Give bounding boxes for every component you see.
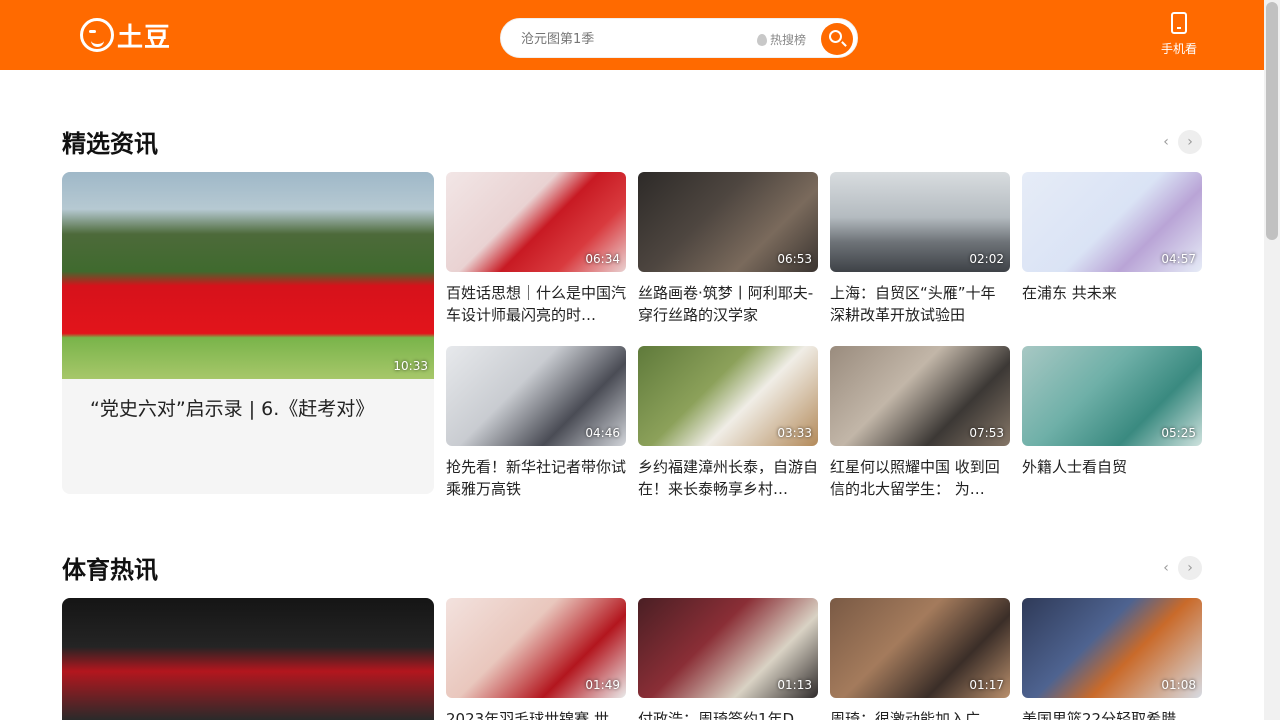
featured-video-card[interactable] <box>62 598 434 720</box>
video-duration: 01:08 <box>1161 678 1196 692</box>
scrollbar-thumb[interactable] <box>1266 2 1278 240</box>
section-title-news: 精选资讯 <box>62 130 158 158</box>
video-card[interactable]: 01:13 付政浩：周琦签约1年D… <box>638 598 818 720</box>
featured-thumbnail <box>62 598 434 720</box>
video-card[interactable]: 01:08 美国男篮22分轻取希腊… <box>1022 598 1202 720</box>
video-title: 抢先看！新华社记者带你试乘雅万高铁 <box>446 458 626 498</box>
search-bar: 热搜榜 <box>500 18 858 58</box>
mobile-watch-link[interactable]: 手机看 <box>1158 12 1200 57</box>
top-header: 土豆 热搜榜 手机看 <box>0 0 1264 70</box>
video-duration: 02:02 <box>969 252 1004 266</box>
video-duration: 06:34 <box>585 252 620 266</box>
video-card[interactable]: 03:33 乡约福建漳州长泰，自游自在！来长泰畅享乡村… <box>638 346 818 500</box>
video-duration: 05:25 <box>1161 426 1196 440</box>
video-title: 百姓话思想｜什么是中国汽车设计师最闪亮的时… <box>446 284 626 324</box>
video-title: 周琦：很激动能加入广… <box>830 710 996 720</box>
video-thumbnail: 01:17 <box>830 598 1010 698</box>
page-scrollbar[interactable] <box>1264 0 1280 720</box>
video-title: 上海：自贸区“头雁”十年深耕改革开放试验田 <box>830 284 996 324</box>
video-title: 付政浩：周琦签约1年D… <box>638 710 810 720</box>
video-card[interactable]: 01:49 2023年羽毛球世锦赛 世… <box>446 598 626 720</box>
video-duration: 01:49 <box>585 678 620 692</box>
video-title: 外籍人士看自贸 <box>1022 458 1128 476</box>
video-title: 在浦东 共未来 <box>1022 284 1117 302</box>
search-icon <box>829 30 842 43</box>
video-card[interactable]: 06:34 百姓话思想｜什么是中国汽车设计师最闪亮的时… <box>446 172 626 326</box>
video-title: 美国男篮22分轻取希腊… <box>1022 710 1192 720</box>
video-thumbnail: 01:49 <box>446 598 626 698</box>
video-card[interactable]: 04:46 抢先看！新华社记者带你试乘雅万高铁 <box>446 346 626 500</box>
video-thumbnail: 01:13 <box>638 598 818 698</box>
video-duration: 06:53 <box>777 252 812 266</box>
flame-icon <box>757 33 767 46</box>
video-thumbnail: 02:02 <box>830 172 1010 272</box>
video-card[interactable]: 02:02 上海：自贸区“头雁”十年深耕改革开放试验田 <box>830 172 1010 326</box>
prev-arrow-icon[interactable]: ‹ <box>1154 556 1178 580</box>
video-title: 红星何以照耀中国 收到回信的北大留学生： 为… <box>830 458 1000 498</box>
video-thumbnail: 04:57 <box>1022 172 1202 272</box>
tudou-logo-icon <box>80 18 114 52</box>
video-duration: 04:57 <box>1161 252 1196 266</box>
video-thumbnail: 07:53 <box>830 346 1010 446</box>
video-card[interactable]: 01:17 周琦：很激动能加入广… <box>830 598 1010 720</box>
video-thumbnail: 01:08 <box>1022 598 1202 698</box>
logo-text: 土豆 <box>117 22 172 53</box>
section-title-sports: 体育热讯 <box>62 556 158 584</box>
video-thumbnail: 06:53 <box>638 172 818 272</box>
video-duration: 07:53 <box>969 426 1004 440</box>
video-card[interactable]: 05:25 外籍人士看自贸 <box>1022 346 1202 500</box>
featured-title: “党史六对”启示录 | 6.《赶考对》 <box>90 398 375 420</box>
video-title: 丝路画卷·筑梦丨阿利耶夫-穿行丝路的汉学家 <box>638 284 814 324</box>
featured-video-card[interactable]: 10:33 “党史六对”启示录 | 6.《赶考对》 <box>62 172 434 494</box>
video-thumbnail: 06:34 <box>446 172 626 272</box>
section-nav-news: ‹ › <box>1154 130 1202 154</box>
video-duration: 01:13 <box>777 678 812 692</box>
site-logo[interactable]: 土豆 <box>80 17 171 53</box>
featured-thumbnail: 10:33 <box>62 172 434 379</box>
video-title: 2023年羽毛球世锦赛 世… <box>446 710 624 720</box>
video-thumbnail: 04:46 <box>446 346 626 446</box>
prev-arrow-icon[interactable]: ‹ <box>1154 130 1178 154</box>
video-duration: 01:17 <box>969 678 1004 692</box>
video-card[interactable]: 04:57 在浦东 共未来 <box>1022 172 1202 326</box>
video-card[interactable]: 07:53 红星何以照耀中国 收到回信的北大留学生： 为… <box>830 346 1010 500</box>
video-thumbnail: 05:25 <box>1022 346 1202 446</box>
video-duration: 03:33 <box>777 426 812 440</box>
video-card[interactable]: 06:53 丝路画卷·筑梦丨阿利耶夫-穿行丝路的汉学家 <box>638 172 818 326</box>
video-thumbnail: 03:33 <box>638 346 818 446</box>
video-duration: 04:46 <box>585 426 620 440</box>
search-input[interactable] <box>521 29 741 49</box>
mobile-label: 手机看 <box>1160 42 1197 56</box>
phone-icon <box>1171 12 1187 34</box>
hot-rank-label: 热搜榜 <box>770 33 807 47</box>
hot-rank-link[interactable]: 热搜榜 <box>757 31 806 48</box>
video-duration: 10:33 <box>393 359 428 373</box>
section-nav-sports: ‹ › <box>1154 556 1202 580</box>
next-arrow-icon[interactable]: › <box>1178 556 1202 580</box>
search-button[interactable] <box>821 23 853 55</box>
video-title: 乡约福建漳州长泰，自游自在！来长泰畅享乡村… <box>638 458 818 498</box>
next-arrow-icon[interactable]: › <box>1178 130 1202 154</box>
